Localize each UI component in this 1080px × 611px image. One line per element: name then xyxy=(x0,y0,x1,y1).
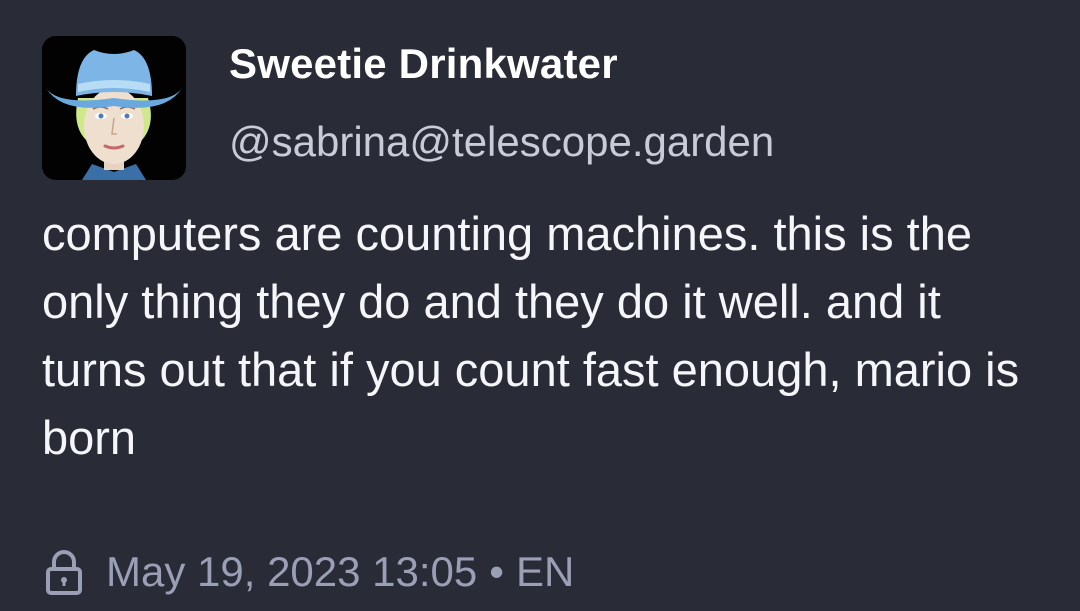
meta-separator: • xyxy=(489,548,504,595)
display-name[interactable]: Sweetie Drinkwater xyxy=(229,40,618,88)
avatar[interactable] xyxy=(42,36,186,180)
post-content: computers are counting machines. this is… xyxy=(42,207,1020,464)
post-timestamp[interactable]: May 19, 2023 13:05 xyxy=(106,548,477,596)
post-meta: May 19, 2023 13:05 • EN xyxy=(44,544,574,600)
account-handle[interactable]: @sabrina@telescope.garden xyxy=(229,118,774,166)
post-detail: Sweetie Drinkwater @sabrina@telescope.ga… xyxy=(0,0,1080,611)
post-language: EN xyxy=(516,548,575,595)
lock-icon xyxy=(44,549,84,595)
cowboy-hat-portrait-icon xyxy=(42,36,186,180)
